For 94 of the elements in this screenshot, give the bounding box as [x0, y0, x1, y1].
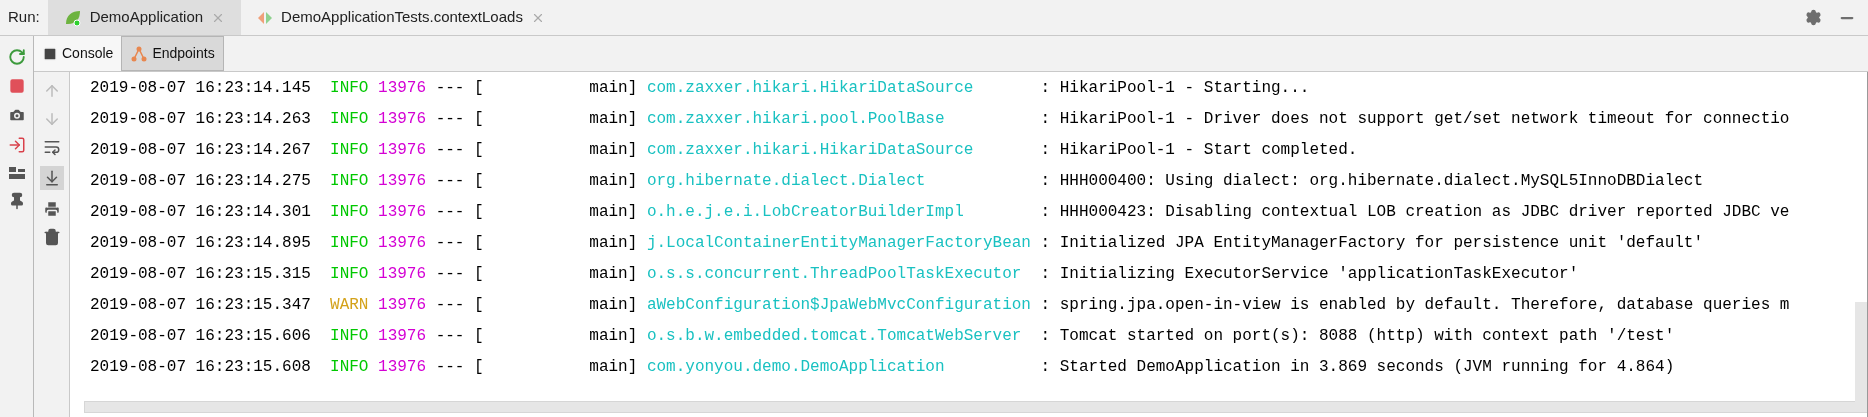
- process-id: 13976: [378, 294, 427, 316]
- tab-label: Endpoints: [152, 44, 215, 63]
- logger-name: o.h.e.j.e.i.LobCreatorBuilderImpl: [646, 201, 965, 223]
- tool-tab[interactable]: Endpoints: [121, 36, 224, 71]
- test-icon: [257, 10, 274, 25]
- log-level: INFO: [330, 108, 369, 130]
- separator: --- [: [435, 77, 484, 99]
- logger-name: com.yonyou.demo.DemoApplication: [646, 356, 946, 378]
- thread-name: main]: [589, 108, 638, 130]
- run-label: Run:: [7, 7, 41, 28]
- settings-icon[interactable]: [1805, 9, 1822, 26]
- separator: --- [: [435, 263, 484, 285]
- thread-name: main]: [589, 263, 638, 285]
- thread-name: main]: [589, 170, 638, 192]
- log-message: : Started DemoApplication in 3.869 seconds (JVM running for 4.864): [1040, 356, 1675, 378]
- timestamp: 2019-08-07 16:23:15.315: [90, 263, 311, 285]
- timestamp: 2019-08-07 16:23:15.606: [90, 325, 311, 347]
- separator: --- [: [435, 356, 484, 378]
- separator: --- [: [435, 139, 484, 161]
- rerun-icon[interactable]: [7, 48, 26, 66]
- tool-tab[interactable]: Console: [34, 36, 122, 71]
- logger-name: o.s.s.concurrent.ThreadPoolTaskExecutor: [646, 263, 1023, 285]
- horizontal-scrollbar[interactable]: [84, 401, 1867, 413]
- timestamp: 2019-08-07 16:23:15.347: [90, 294, 311, 316]
- scroll-to-end-button[interactable]: [39, 166, 64, 190]
- logger-name: com.zaxxer.hikari.HikariDataSource: [646, 139, 975, 161]
- print-icon[interactable]: [42, 200, 61, 218]
- endpoints-icon: [130, 45, 149, 62]
- log-message: : HikariPool-1 - Starting...: [1040, 77, 1310, 99]
- log-message: : HHH000400: Using dialect: org.hibernate.dialect.MySQL5InnoDBDialect: [1040, 170, 1704, 192]
- tab-label: DemoApplication: [89, 7, 204, 28]
- logger-name: j.LocalContainerEntityManagerFactoryBean: [646, 232, 1032, 254]
- thread-name: main]: [589, 201, 638, 223]
- soft-wrap-icon[interactable]: [42, 138, 61, 156]
- leaf-icon: [63, 8, 82, 27]
- log-level: INFO: [330, 201, 369, 223]
- timestamp: 2019-08-07 16:23:15.608: [90, 356, 311, 378]
- thread-name: main]: [589, 139, 638, 161]
- log-level: INFO: [330, 356, 369, 378]
- log-level: INFO: [330, 77, 369, 99]
- process-id: 13976: [378, 170, 427, 192]
- stop-icon[interactable]: [8, 78, 25, 94]
- separator: --- [: [435, 294, 484, 316]
- tab-label: Console: [62, 44, 114, 63]
- separator: --- [: [435, 325, 484, 347]
- thread-name: main]: [589, 325, 638, 347]
- process-id: 13976: [378, 77, 427, 99]
- log-message: : HikariPool-1 - Start completed.: [1040, 139, 1358, 161]
- exit-icon[interactable]: [7, 136, 26, 154]
- tab-label: DemoApplicationTests.contextLoads: [281, 7, 523, 28]
- log-message: : spring.jpa.open-in-view is enabled by default. Therefore, database queries m: [1040, 294, 1790, 316]
- timestamp: 2019-08-07 16:23:14.275: [90, 170, 311, 192]
- run-tab[interactable]: DemoApplicationTests.contextLoads: [241, 0, 561, 35]
- logger-name: org.hibernate.dialect.Dialect: [646, 170, 927, 192]
- layout-icon[interactable]: [8, 166, 25, 180]
- log-message: : Initializing ExecutorService 'applicationTaskExecutor': [1040, 263, 1579, 285]
- camera-icon[interactable]: [7, 106, 26, 124]
- process-id: 13976: [378, 108, 427, 130]
- process-id: 13976: [378, 201, 427, 223]
- trash-icon[interactable]: [42, 228, 61, 246]
- timestamp: 2019-08-07 16:23:14.145: [90, 77, 311, 99]
- log-level: INFO: [330, 263, 369, 285]
- process-id: 13976: [378, 139, 427, 161]
- logger-name: o.s.b.w.embedded.tomcat.TomcatWebServer: [646, 325, 1023, 347]
- separator: --- [: [435, 170, 484, 192]
- process-id: 13976: [378, 232, 427, 254]
- thread-name: main]: [589, 77, 638, 99]
- separator: --- [: [435, 108, 484, 130]
- log-message: : Tomcat started on port(s): 8088 (http) with context path '/test': [1040, 325, 1675, 347]
- log-level: INFO: [330, 170, 369, 192]
- separator: --- [: [435, 201, 484, 223]
- logger-name: com.zaxxer.hikari.pool.PoolBase: [646, 108, 946, 130]
- separator: --- [: [435, 232, 484, 254]
- log-level: WARN: [330, 294, 369, 316]
- log-level: INFO: [330, 232, 369, 254]
- timestamp: 2019-08-07 16:23:14.263: [90, 108, 311, 130]
- logger-name: com.zaxxer.hikari.HikariDataSource: [646, 77, 975, 99]
- log-message: : HHH000423: Disabling contextual LOB creation as JDBC driver reported JDBC ve: [1040, 201, 1790, 223]
- thread-name: main]: [589, 294, 638, 316]
- timestamp: 2019-08-07 16:23:14.301: [90, 201, 311, 223]
- vertical-scrollbar[interactable]: [1855, 302, 1867, 412]
- process-id: 13976: [378, 356, 427, 378]
- log-level: INFO: [330, 139, 369, 161]
- logger-name: aWebConfiguration$JpaWebMvcConfiguration: [646, 294, 1032, 316]
- log-message: : Initialized JPA EntityManagerFactory for persistence unit 'default': [1040, 232, 1704, 254]
- timestamp: 2019-08-07 16:23:14.267: [90, 139, 311, 161]
- run-tab[interactable]: DemoApplication: [47, 0, 242, 35]
- timestamp: 2019-08-07 16:23:14.895: [90, 232, 311, 254]
- process-id: 13976: [378, 325, 427, 347]
- thread-name: main]: [589, 232, 638, 254]
- process-id: 13976: [378, 263, 427, 285]
- thread-name: main]: [589, 356, 638, 378]
- log-level: INFO: [330, 325, 369, 347]
- log-message: : HikariPool-1 - Driver does not support get/set network timeout for connectio: [1040, 108, 1790, 130]
